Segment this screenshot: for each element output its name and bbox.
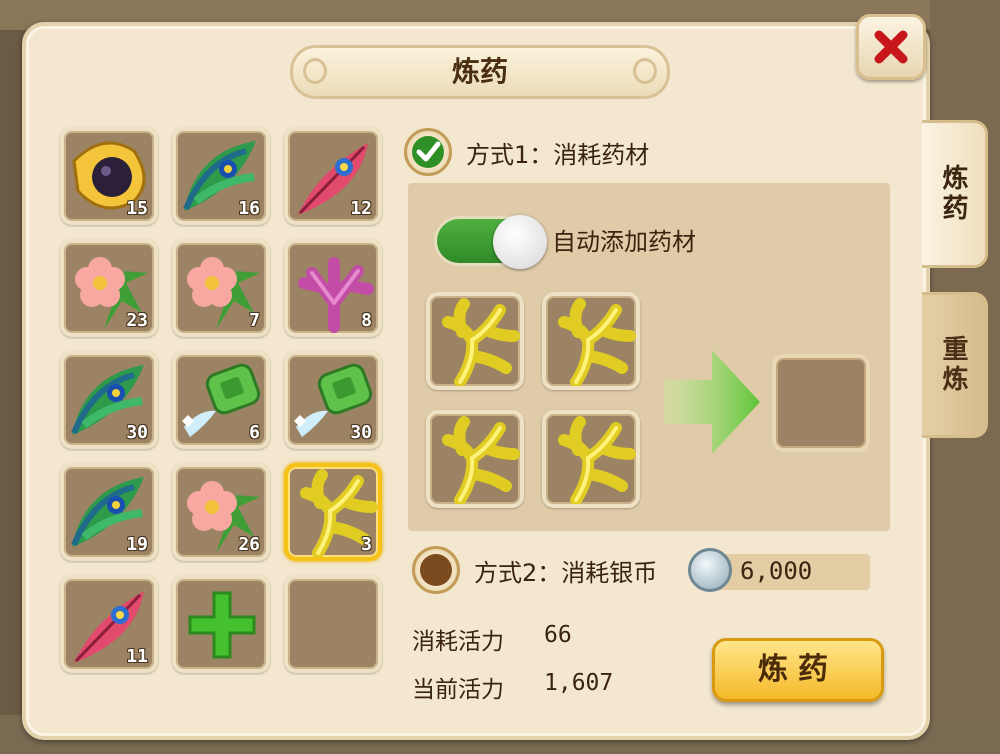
ingredient-slot[interactable] — [542, 410, 640, 508]
tab-reforge[interactable]: 重炼 — [922, 292, 988, 438]
consume-vitality-value: 66 — [544, 622, 572, 648]
current-vitality-value: 1,607 — [544, 670, 614, 696]
coin-cost-value: 6,000 — [740, 557, 813, 585]
item-count: 6 — [249, 422, 260, 443]
item-count: 11 — [126, 646, 148, 667]
close-icon — [874, 30, 908, 64]
inventory-slot[interactable]: 26 — [172, 463, 270, 561]
mode2-option[interactable]: 方式2：消耗银币 — [412, 546, 657, 594]
ingredient-slot[interactable] — [542, 292, 640, 390]
silver-coin-icon — [688, 548, 732, 592]
inventory-slot[interactable]: 3 — [284, 463, 382, 561]
inventory-slot[interactable]: 12 — [284, 127, 382, 225]
scroll-ornament-icon — [633, 58, 657, 84]
close-button[interactable] — [856, 14, 926, 80]
refine-button[interactable]: 炼药 — [712, 638, 884, 702]
mode2-label: 方式2：消耗银币 — [474, 558, 658, 587]
inventory-slot[interactable]: 7 — [172, 239, 270, 337]
inventory-slot[interactable]: 6 — [172, 351, 270, 449]
result-slot[interactable] — [772, 354, 870, 452]
item-count: 7 — [249, 310, 260, 331]
dialog-title-text: 炼药 — [451, 55, 508, 88]
empty-slot[interactable] — [284, 575, 382, 673]
item-count: 15 — [126, 198, 148, 219]
inventory-slot[interactable]: 15 — [60, 127, 158, 225]
dialog-title: 炼药 — [290, 45, 670, 99]
item-count: 3 — [361, 534, 372, 555]
tab-refine[interactable]: 炼药 — [922, 120, 988, 268]
inventory-slot[interactable]: 8 — [284, 239, 382, 337]
item-count: 23 — [126, 310, 148, 331]
arrow-right-icon — [664, 350, 760, 454]
mode1-radio[interactable] — [404, 128, 452, 176]
mode2-radio[interactable] — [412, 546, 460, 594]
item-count: 30 — [350, 422, 372, 443]
consume-vitality-label: 消耗活力 — [412, 629, 504, 655]
radio-dot — [420, 554, 452, 586]
mode1-label: 方式1：消耗药材 — [466, 140, 650, 169]
inventory-slot[interactable]: 23 — [60, 239, 158, 337]
inventory-slot[interactable]: 16 — [172, 127, 270, 225]
item-count: 12 — [350, 198, 372, 219]
current-vitality-label: 当前活力 — [412, 677, 504, 703]
ingredient-slot[interactable] — [426, 292, 524, 390]
auto-add-label: 自动添加药材 — [552, 228, 696, 256]
item-count: 8 — [361, 310, 372, 331]
inventory-slot[interactable]: 30 — [284, 351, 382, 449]
mode1-option[interactable]: 方式1：消耗药材 — [404, 128, 649, 176]
inventory-slot[interactable]: 19 — [60, 463, 158, 561]
item-count: 19 — [126, 534, 148, 555]
item-count: 30 — [126, 422, 148, 443]
inventory-slot[interactable]: 30 — [60, 351, 158, 449]
item-count: 16 — [238, 198, 260, 219]
scroll-ornament-icon — [303, 58, 327, 84]
auto-add-toggle[interactable] — [434, 215, 547, 269]
toggle-knob[interactable] — [493, 215, 547, 269]
inventory-slot[interactable]: 11 — [60, 575, 158, 673]
ingredient-slot[interactable] — [426, 410, 524, 508]
checkmark-icon — [412, 136, 444, 168]
add-slot-button[interactable] — [172, 575, 270, 673]
item-count: 26 — [238, 534, 260, 555]
